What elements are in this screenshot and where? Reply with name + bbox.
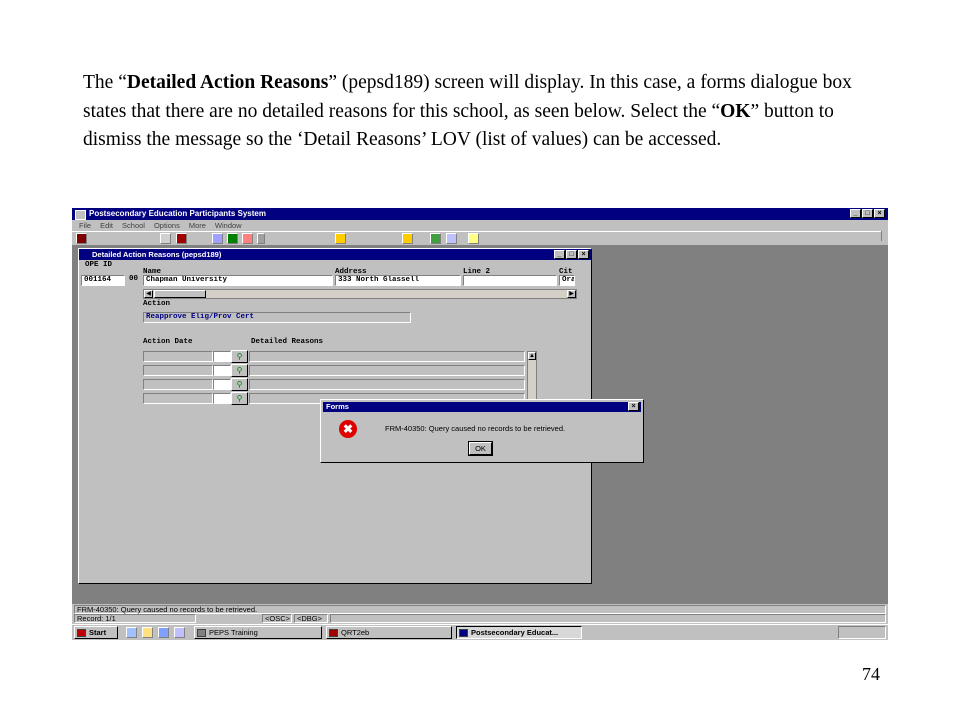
task-qrt2eb[interactable]: QRT2eb [326,626,452,639]
action-field[interactable]: Reapprove Elig/Prov Cert [143,312,411,323]
scroll-left-icon[interactable]: ◀ [144,290,153,298]
record-indicator: Record: 1/1 [74,614,196,623]
date-box-1[interactable] [213,351,231,362]
action-label: Action [143,300,171,308]
detailed-reason-field-1[interactable] [249,351,525,362]
lov-lookup-icon[interactable]: ⚲ [231,364,248,377]
form-title: Detailed Action Reasons (pepsd189) [92,250,222,259]
system-tray[interactable] [838,626,886,639]
date-box-2[interactable] [213,365,231,376]
ope-id-label: OPE ID [85,261,113,269]
status-bar: FRM-40350: Query caused no records to be… [72,604,888,624]
app-title-bar: Postsecondary Education Participants Sys… [72,208,888,220]
dialog-close-button[interactable]: × [628,402,639,411]
address-field[interactable]: 333 North Glassell [335,275,461,286]
close-button[interactable]: × [874,209,885,218]
osc-indicator: <OSC> [262,614,292,623]
menu-bar: File Edit School Options More Window [72,220,888,231]
form-title-bar: Detailed Action Reasons (pepsd189) _ □ × [79,249,591,260]
city-field[interactable]: Ora [559,275,575,286]
ope-id-field[interactable]: 001164 [81,275,125,286]
vertical-scrollbar[interactable]: ▲ [527,351,537,405]
screenshot-frame: Postsecondary Education Participants Sys… [72,208,888,640]
date-box-3[interactable] [213,379,231,390]
menu-window[interactable]: Window [215,220,242,231]
scroll-up-icon[interactable]: ▲ [528,352,536,360]
count-icon[interactable] [257,233,265,244]
checkmark-icon[interactable] [430,233,441,244]
quicklaunch-ie-icon[interactable] [142,627,153,638]
task-peps-training[interactable]: PEPS Training [194,626,322,639]
ok-button[interactable]: OK [468,441,493,456]
action-date-field-2[interactable] [143,365,213,376]
quicklaunch-desktop-icon[interactable] [126,627,137,638]
lov-lookup-icon[interactable]: ⚲ [231,350,248,363]
help-icon[interactable] [468,233,479,244]
form-close-button[interactable]: × [578,250,589,259]
query-execute-icon[interactable] [227,233,238,244]
status-spacer [330,614,886,623]
horizontal-scrollbar[interactable]: ◀ ▶ [143,289,577,299]
status-message: FRM-40350: Query caused no records to be… [74,605,886,614]
arrow-icon[interactable] [446,233,457,244]
app-title: Postsecondary Education Participants Sys… [89,209,266,218]
form-name-emphasis: Detailed Action Reasons [126,72,329,93]
menu-edit[interactable]: Edit [100,220,113,231]
save-icon[interactable] [76,233,87,244]
task-postsecondary[interactable]: Postsecondary Educat... [456,626,582,639]
menu-file[interactable]: File [79,220,91,231]
dialog-title-bar: Forms × [323,402,641,412]
app-icon [75,210,86,220]
dialog-title: Forms [326,402,349,411]
print-icon[interactable] [160,233,171,244]
form-maximize-button[interactable]: □ [566,250,577,259]
quicklaunch-outlook-icon[interactable] [158,627,169,638]
lov-lookup-icon[interactable]: ⚲ [231,392,248,405]
pencil-icon[interactable] [335,233,346,244]
taskbar: Start PEPS Training QRT2eb Postsecondary… [72,624,888,640]
scroll-right-icon[interactable]: ▶ [567,290,576,298]
toolbar-scroll[interactable] [881,231,888,241]
maximize-button[interactable]: □ [862,209,873,218]
sort-icon[interactable] [176,233,187,244]
dialog-message: FRM-40350: Query caused no records to be… [385,424,566,433]
action-date-label: Action Date [143,338,193,346]
name-field[interactable]: Chapman University [143,275,333,286]
menu-options[interactable]: Options [154,220,180,231]
scroll-thumb[interactable] [154,290,206,298]
dbg-indicator: <DBG> [294,614,328,623]
action-date-field-4[interactable] [143,393,213,404]
quicklaunch-app-icon[interactable] [174,627,185,638]
ok-emphasis: OK [720,100,751,122]
ope-id-suffix: 00 [129,275,139,283]
menu-more[interactable]: More [189,220,206,231]
query-enter-icon[interactable] [212,233,223,244]
detailed-reason-field-3[interactable] [249,379,525,390]
line2-field[interactable] [463,275,557,286]
form-minimize-button[interactable]: _ [554,250,565,259]
toolbar [72,231,888,246]
detailed-reasons-label: Detailed Reasons [251,338,324,346]
page-number: 74 [862,664,880,684]
start-button[interactable]: Start [74,626,118,639]
edit-icon[interactable] [402,233,413,244]
forms-error-dialog: Forms × ✖ FRM-40350: Query caused no rec… [320,399,644,463]
detailed-reason-field-2[interactable] [249,365,525,376]
minimize-button[interactable]: _ [850,209,861,218]
action-date-field-3[interactable] [143,379,213,390]
query-cancel-icon[interactable] [242,233,253,244]
date-box-4[interactable] [213,393,231,404]
instruction-text: The “Detailed Action Reasons” (pepsd189)… [83,72,852,150]
lov-lookup-icon[interactable]: ⚲ [231,378,248,391]
error-x-icon: ✖ [339,420,357,438]
action-date-field-1[interactable] [143,351,213,362]
menu-school[interactable]: School [122,220,145,231]
